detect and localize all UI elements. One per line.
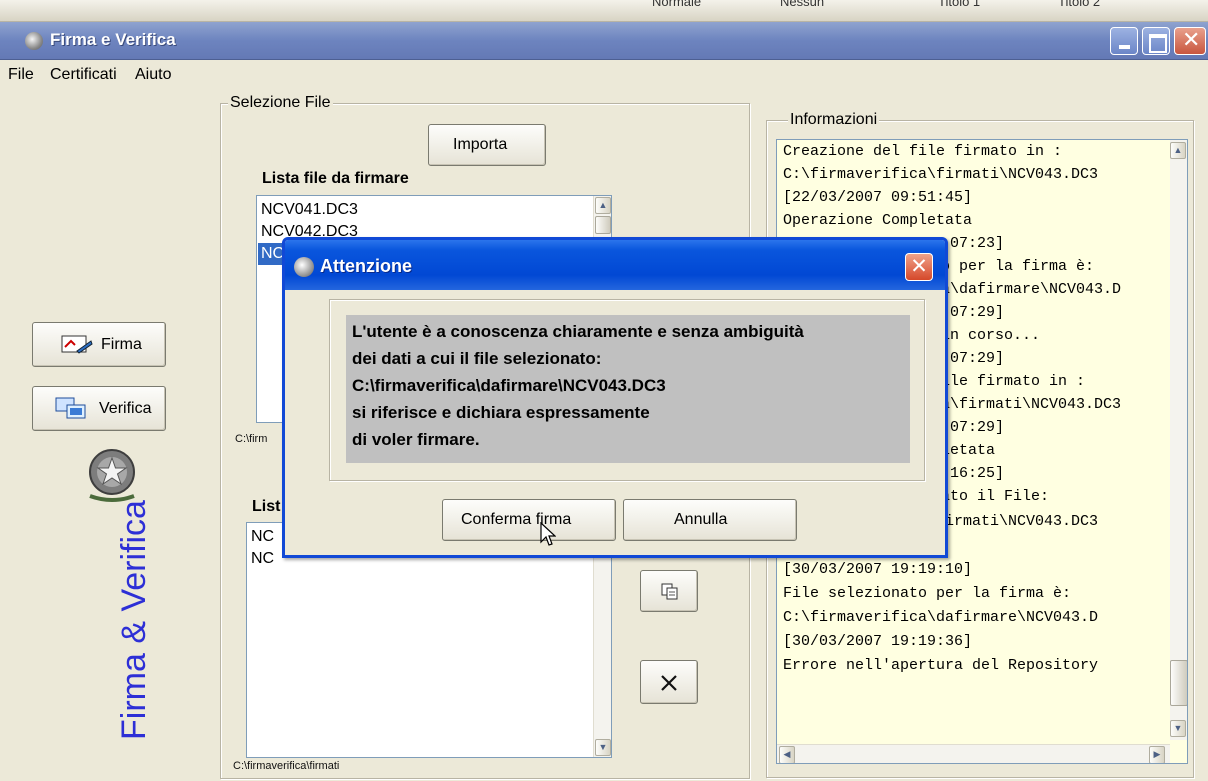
dialog-titlebar[interactable]: Attenzione ✕ [285,240,945,290]
app-emblem-icon [25,32,43,50]
verify-button-label: Verifica [99,400,152,417]
dialog-emblem-icon [294,257,314,277]
list-item[interactable]: NC [251,548,274,570]
log-line: :07:29] [941,419,1005,436]
confirm-dialog: Attenzione ✕ L'utente è a conoscenza chi… [282,237,948,558]
cancel-button-label: Annulla [674,511,728,528]
verify-button[interactable]: Verifica [32,386,166,431]
scroll-left-arrow-icon[interactable]: ◀ [779,746,795,763]
style-normale[interactable]: Normale [652,0,701,9]
brand-vertical-text: Firma & Verifica [115,500,153,740]
log-line: :07:29] [941,304,1005,321]
log-line: letata [941,442,996,459]
copy-button[interactable] [640,570,698,612]
dialog-message-box: L'utente è a conoscenza chiaramente e se… [346,315,910,463]
scroll-down-arrow-icon[interactable]: ▼ [1170,720,1186,737]
menu-certificati[interactable]: Certificati [50,66,117,84]
close-icon: ✕ [1182,28,1201,53]
delete-x-icon [661,675,677,691]
scroll-thumb[interactable] [595,216,611,234]
log-line: C:\firmaverifica\dafirmare\NCV043.D [783,609,1099,626]
to-sign-list-label: Lista file da firmare [262,170,409,187]
list-item[interactable]: NC [251,526,274,548]
scroll-thumb[interactable] [1170,660,1187,706]
dialog-close-button[interactable]: ✕ [905,253,933,281]
log-line: ato il File: [941,488,1050,505]
log-line: [22/03/2007 09:51:45] [783,189,973,206]
signed-list-label: List [252,498,281,515]
window-titlebar[interactable]: Firma e Verifica ✕ [0,22,1208,60]
scroll-up-arrow-icon[interactable]: ▲ [1170,142,1186,159]
style-titolo-1[interactable]: Titolo 1 [938,0,980,9]
republic-emblem-icon [89,449,135,502]
sign-button[interactable]: Firma [32,322,166,367]
log-line: :07:23] [941,235,1005,252]
menu-file[interactable]: File [8,66,34,84]
import-button[interactable]: Importa [428,124,546,166]
list-item[interactable]: NCV041.DC3 [261,199,358,221]
info-vertical-scrollbar[interactable]: ▲ ▼ [1170,140,1187,740]
window-title: Firma e Verifica [50,30,176,49]
sign-pen-icon [61,335,93,354]
log-line: :16:25] [941,465,1005,482]
file-selection-title: Selezione File [228,94,333,112]
log-line: C:\firmaverifica\firmati\NCV043.DC3 [783,166,1099,183]
info-group-title: Informazioni [788,111,880,129]
dialog-message-line: L'utente è a conoscenza chiaramente e se… [352,322,804,341]
verify-monitors-icon [55,397,86,419]
log-line: Operazione Completata [783,212,973,229]
log-line: a\firmati\NCV043.DC3 [941,396,1122,413]
confirm-sign-button[interactable]: Conferma firma [442,499,616,541]
signed-path: C:\firmaverifica\firmati [233,760,340,772]
background-toolbar: Normale Nessun Titolo 1 Titolo 2 [0,0,1208,22]
minimize-button[interactable] [1110,27,1138,55]
close-button[interactable]: ✕ [1174,27,1206,55]
close-icon: ✕ [910,254,928,278]
info-horizontal-scrollbar[interactable]: ◀ ▶ [777,744,1170,763]
log-line: [30/03/2007 19:19:36] [783,633,973,650]
maximize-button[interactable] [1142,27,1170,55]
cancel-button[interactable]: Annulla [623,499,797,541]
scroll-down-arrow-icon[interactable]: ▼ [595,739,611,756]
to-sign-path: C:\firm [235,433,268,445]
dialog-message-line: di voler firmare. [352,430,480,449]
log-line: Creazione del file firmato in : [783,143,1063,160]
log-line: File selezionato per la firma è: [783,585,1072,602]
delete-button[interactable] [640,660,698,704]
import-button-label: Importa [453,136,508,153]
dialog-title: Attenzione [320,256,412,276]
log-line: Errore nell'apertura del Repository [783,657,1099,674]
scroll-right-arrow-icon[interactable]: ▶ [1149,746,1165,763]
log-line: o per la firma è: [941,258,1095,275]
dialog-message-line: C:\firmaverifica\dafirmare\NCV043.DC3 [352,376,666,395]
log-line: ile firmato in : [941,373,1086,390]
dialog-message-line: si riferisce e dichiara espressamente [352,403,650,422]
sign-button-label: Firma [101,336,142,353]
log-line: [30/03/2007 19:19:10] [783,561,973,578]
log-line: :07:29] [941,350,1005,367]
style-nessun[interactable]: Nessun [780,0,824,9]
style-titolo-2[interactable]: Titolo 2 [1058,0,1100,9]
scroll-up-arrow-icon[interactable]: ▲ [595,197,611,214]
log-line: a\dafirmare\NCV043.D [941,281,1122,298]
copy-icon [661,583,678,600]
log-line: in corso... [941,327,1041,344]
menu-aiuto[interactable]: Aiuto [135,66,171,84]
menu-bar: File Certificati Aiuto [0,61,1208,89]
dialog-message-line: dei dati a cui il file selezionato: [352,349,602,368]
mouse-cursor-icon [540,522,556,546]
signed-scrollbar[interactable]: ▼ [593,523,611,757]
